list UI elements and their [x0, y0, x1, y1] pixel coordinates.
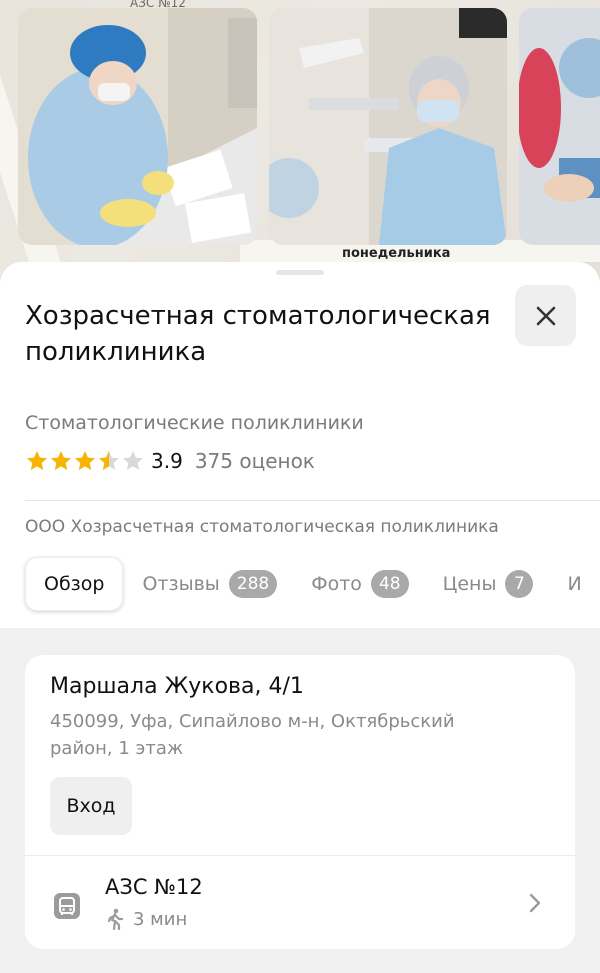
star-icon — [51, 451, 71, 470]
photo-dentist-writing[interactable] — [18, 8, 257, 245]
legal-name: ООО Хозрасчетная стоматологическая полик… — [25, 517, 499, 537]
rating-row[interactable]: 3.9 375 оценок — [25, 448, 315, 474]
place-card-sheet: Хозрасчетная стоматологическая поликлини… — [0, 262, 600, 973]
photo-dental-procedure[interactable] — [519, 8, 600, 245]
tab-label: Отзывы — [142, 573, 220, 595]
photos-count-badge: 48 — [370, 570, 409, 598]
entrance-button[interactable]: Вход — [50, 777, 132, 835]
tab-bar: Обзор Отзывы 288 Фото 48 Цены 7 И — [25, 557, 600, 611]
close-icon — [536, 306, 555, 325]
star-icon — [99, 451, 119, 470]
map-label-street: понедельника — [342, 246, 451, 261]
prices-count-badge: 7 — [505, 570, 534, 598]
bus-stop-icon — [54, 893, 80, 919]
transit-stop-row[interactable]: АЗС №12 3 мин — [25, 856, 575, 949]
map-background[interactable]: АЗС №12 понедельника — [0, 0, 600, 300]
place-title: Хозрасчетная стоматологическая поликлини… — [25, 301, 491, 367]
rating-value: 3.9 — [151, 449, 183, 473]
tab-prices[interactable]: Цены 7 — [443, 570, 534, 598]
stop-name: АЗС №12 — [105, 875, 203, 899]
tab-photos[interactable]: Фото 48 — [311, 570, 409, 598]
tab-more[interactable]: И — [567, 573, 581, 595]
walk-info: 3 мин — [105, 908, 187, 930]
star-icon — [27, 451, 47, 470]
close-button[interactable] — [515, 285, 576, 346]
tab-label: Обзор — [44, 573, 105, 595]
photo-dentist-in-office[interactable] — [269, 8, 507, 245]
rating-stars — [25, 449, 145, 473]
address-details: 450099, Уфа, Сипайлово м-н, Октябрьский … — [50, 711, 455, 759]
place-category[interactable]: Стоматологические поликлиники — [25, 412, 364, 434]
tab-label: Цены — [442, 573, 497, 595]
address-main[interactable]: Маршала Жукова, 4/1 — [50, 674, 304, 699]
reviews-count-badge: 288 — [228, 570, 278, 598]
divider — [25, 500, 600, 501]
star-icon — [75, 451, 95, 470]
tab-label: Фото — [311, 573, 362, 595]
walk-time: 3 мин — [133, 908, 188, 930]
chevron-right-icon — [529, 893, 541, 913]
sheet-drag-handle[interactable] — [276, 270, 324, 275]
walking-person-icon — [107, 908, 124, 930]
tab-label: И — [567, 573, 582, 595]
star-icon — [123, 451, 143, 470]
tab-reviews[interactable]: Отзывы 288 — [142, 570, 278, 598]
tab-overview[interactable]: Обзор — [25, 557, 124, 611]
address-card: Маршала Жукова, 4/1 450099, Уфа, Сипайло… — [25, 655, 575, 949]
rating-count: 375 оценок — [194, 449, 315, 473]
